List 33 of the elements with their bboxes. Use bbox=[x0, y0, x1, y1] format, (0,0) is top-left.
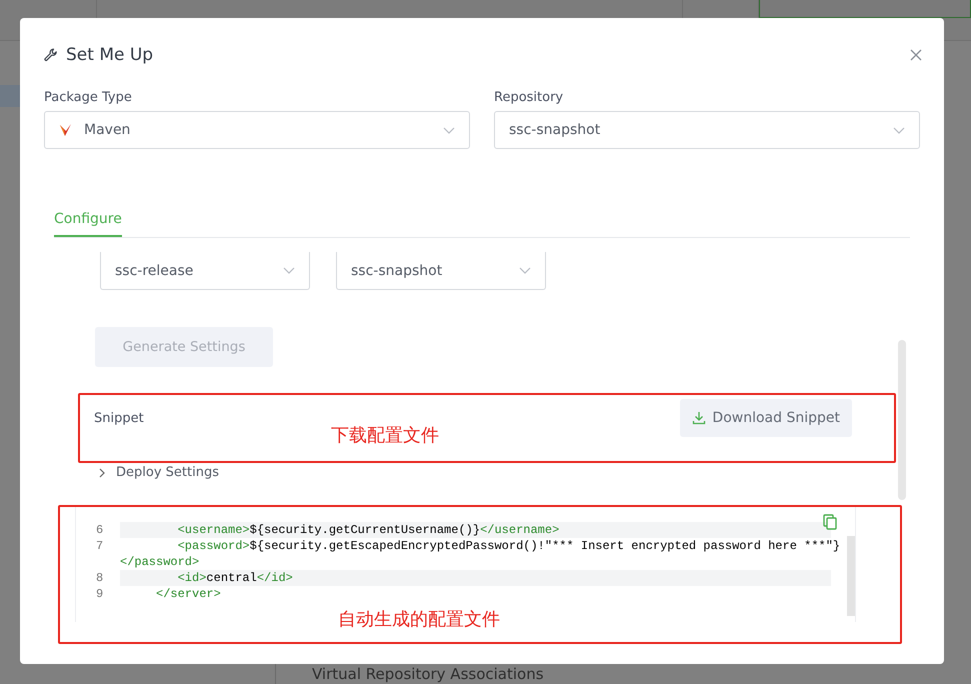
code-line: </password> bbox=[120, 554, 200, 570]
line-number: 7 bbox=[95, 538, 104, 555]
line-number: 6 bbox=[95, 522, 104, 538]
deploy-settings-toggle[interactable]: Deploy Settings bbox=[98, 465, 219, 480]
chevron-down-icon bbox=[443, 126, 455, 134]
close-button[interactable] bbox=[908, 47, 924, 63]
select-field[interactable]: ssc-snapshot bbox=[494, 111, 920, 149]
download-snippet-button[interactable]: Download Snippet bbox=[680, 399, 852, 437]
select-field[interactable]: Maven bbox=[44, 111, 470, 149]
feather-logo-icon bbox=[59, 123, 72, 137]
chevron-down-icon bbox=[283, 267, 295, 274]
section-heading: Virtual Repository Associations bbox=[312, 666, 544, 682]
scrollbar-thumb[interactable] bbox=[847, 536, 855, 616]
dialog-title: Set Me Up bbox=[66, 45, 154, 65]
annotation-text: 下载配置文件 bbox=[331, 424, 439, 447]
line-number: 9 bbox=[95, 586, 104, 602]
scrollbar-thumb[interactable] bbox=[898, 340, 906, 500]
code-line: </server> bbox=[155, 586, 222, 602]
field-label: Repository bbox=[494, 90, 564, 105]
select-field[interactable]: ssc-snapshot bbox=[336, 252, 546, 290]
section-label: Snippet bbox=[94, 410, 144, 426]
select-field[interactable]: ssc-release bbox=[100, 252, 310, 290]
menu-highlight bbox=[0, 85, 20, 107]
chevron-down-icon bbox=[519, 267, 531, 274]
annotation-text: 自动生成的配置文件 bbox=[338, 608, 500, 631]
field-label: Package Type bbox=[44, 90, 133, 105]
copy-icon[interactable] bbox=[823, 514, 837, 530]
chevron-down-icon bbox=[893, 126, 905, 134]
download-icon bbox=[692, 411, 706, 425]
code-line: <password>${security.getEscapedEncryptedPassword()!"*** Insert encrypted password here ***"} bbox=[176, 538, 840, 554]
chevron-right-icon bbox=[98, 468, 106, 478]
wrench-icon bbox=[44, 48, 58, 62]
line-number: 8 bbox=[95, 570, 104, 586]
